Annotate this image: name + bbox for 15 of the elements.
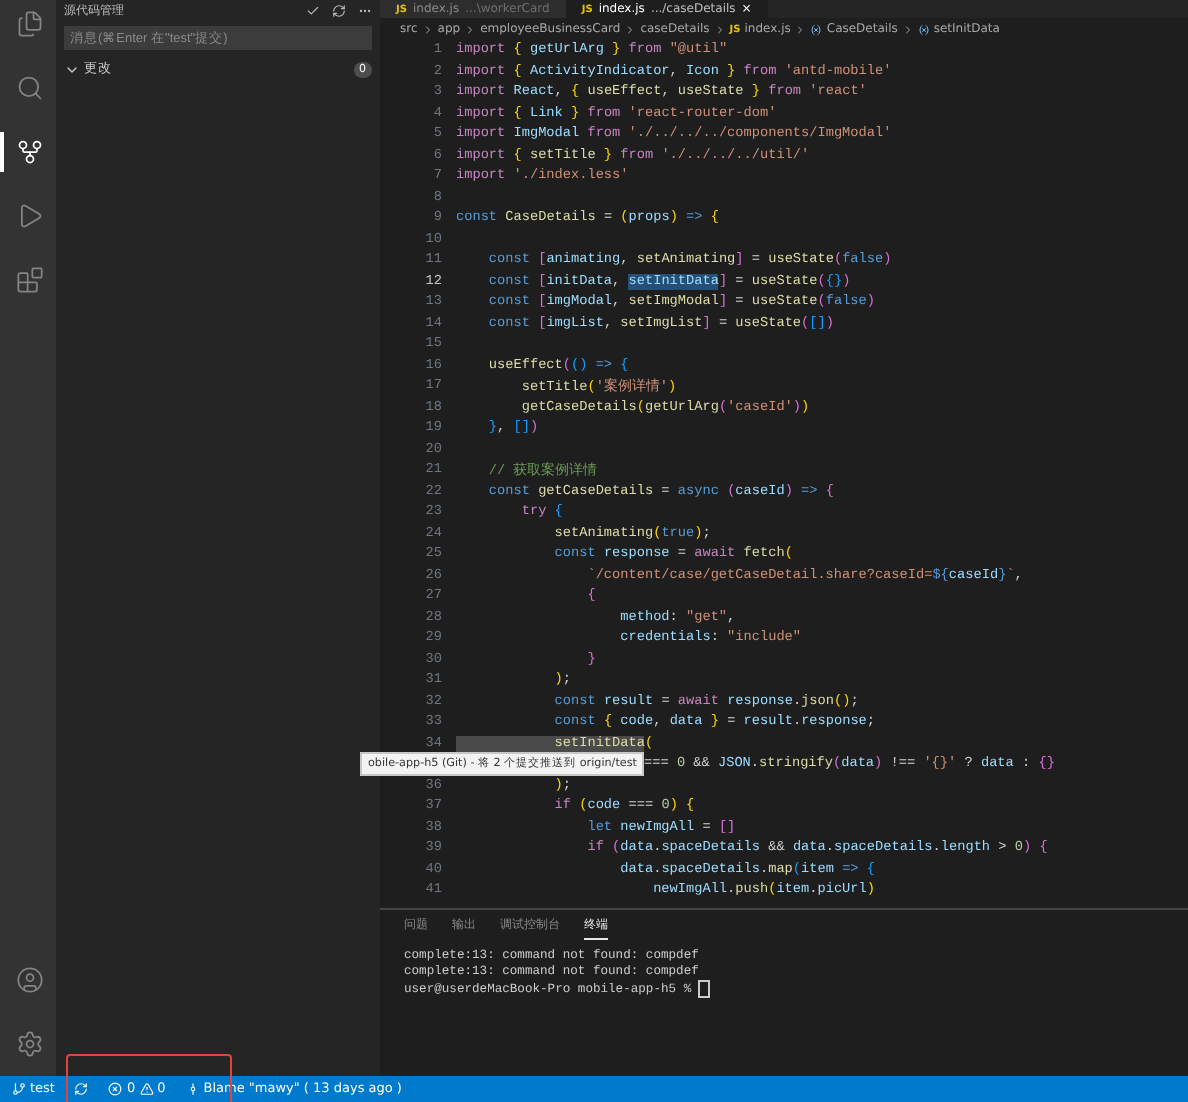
chevron-right-icon xyxy=(624,23,637,35)
chevron-right-icon xyxy=(421,23,434,35)
error-icon[interactable] xyxy=(108,1082,123,1096)
chevron-right-icon xyxy=(901,23,914,35)
variable-icon xyxy=(810,23,823,35)
warning-icon[interactable] xyxy=(139,1082,154,1096)
terminal-cursor xyxy=(698,980,711,998)
commit-icon[interactable] xyxy=(185,1082,200,1096)
chevron-right-icon xyxy=(713,23,726,35)
refresh-icon[interactable] xyxy=(332,3,346,17)
sync-icon[interactable] xyxy=(74,1082,89,1096)
variable-icon xyxy=(917,23,930,35)
chevron-right-icon xyxy=(464,23,477,35)
chevron-right-icon xyxy=(794,23,807,35)
check-icon[interactable] xyxy=(306,3,320,17)
